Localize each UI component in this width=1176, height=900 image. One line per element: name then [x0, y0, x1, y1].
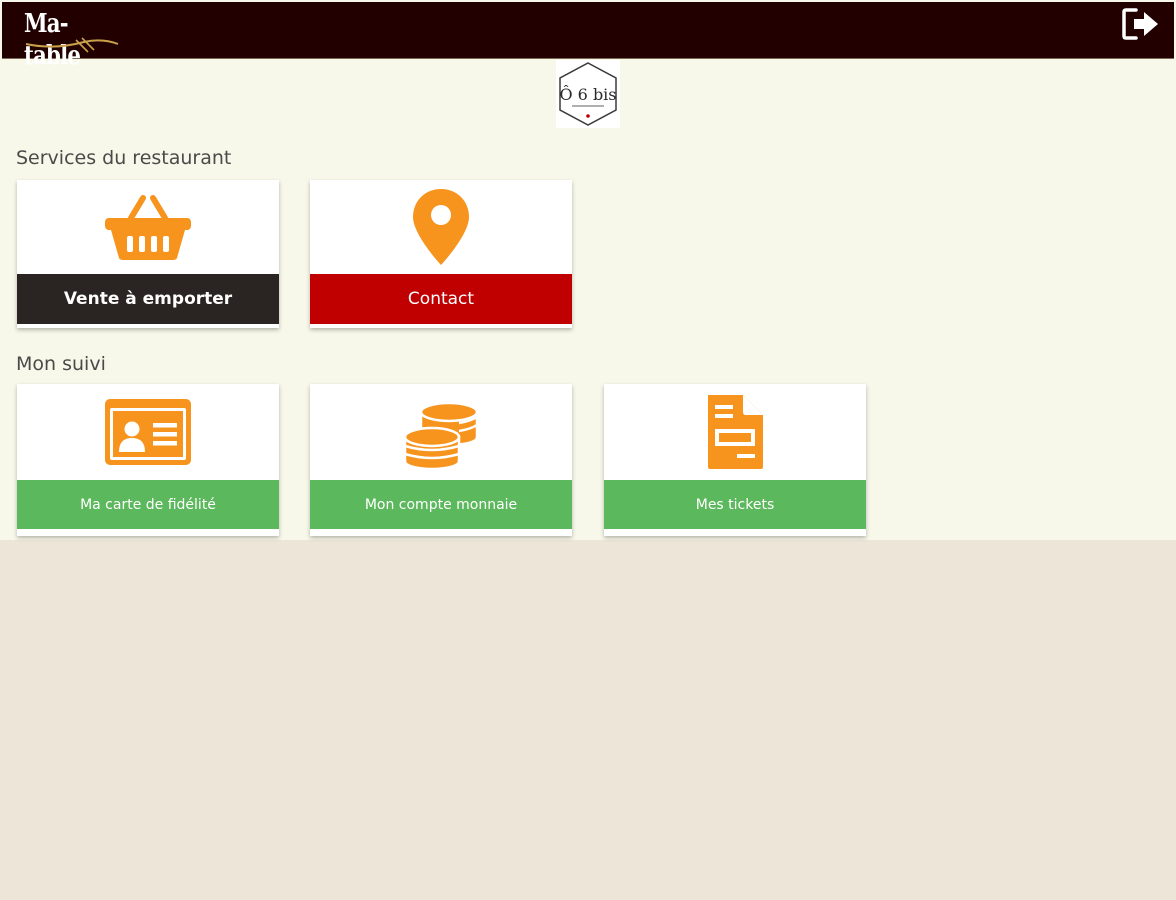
logout-icon [1122, 8, 1158, 40]
tile-carte-fidelite[interactable]: Ma carte de fidélité [17, 384, 279, 536]
logout-button[interactable] [1122, 8, 1160, 40]
suivi-section-title: Mon suivi [16, 353, 106, 375]
basket-icon [105, 195, 191, 260]
services-section-title: Services du restaurant [16, 147, 232, 169]
tile-label: Contact [310, 274, 572, 324]
ticket-document-icon [708, 395, 763, 469]
app-viewport: Ma-table Ô 6 bis Services du restaurant [0, 0, 1176, 540]
id-card-icon [105, 399, 191, 465]
tile-mes-tickets[interactable]: Mes tickets [604, 384, 866, 536]
location-pin-icon [413, 189, 469, 265]
tile-label: Ma carte de fidélité [17, 480, 279, 529]
coins-icon [403, 401, 479, 471]
restaurant-logo-text: Ô 6 bis [559, 84, 616, 104]
top-bar: Ma-table [2, 2, 1174, 71]
brand-logo[interactable]: Ma-table [24, 8, 124, 71]
tile-label: Vente à emporter [17, 274, 279, 324]
tile-label: Mes tickets [604, 480, 866, 529]
brand-swoosh-icon [25, 37, 119, 53]
tile-vente-a-emporter[interactable]: Vente à emporter [17, 180, 279, 328]
restaurant-logo: Ô 6 bis [556, 60, 620, 128]
tile-compte-monnaie[interactable]: Mon compte monnaie [310, 384, 572, 536]
restaurant-logo-icon: Ô 6 bis [556, 60, 620, 128]
tile-contact[interactable]: Contact [310, 180, 572, 328]
tile-label: Mon compte monnaie [310, 480, 572, 529]
